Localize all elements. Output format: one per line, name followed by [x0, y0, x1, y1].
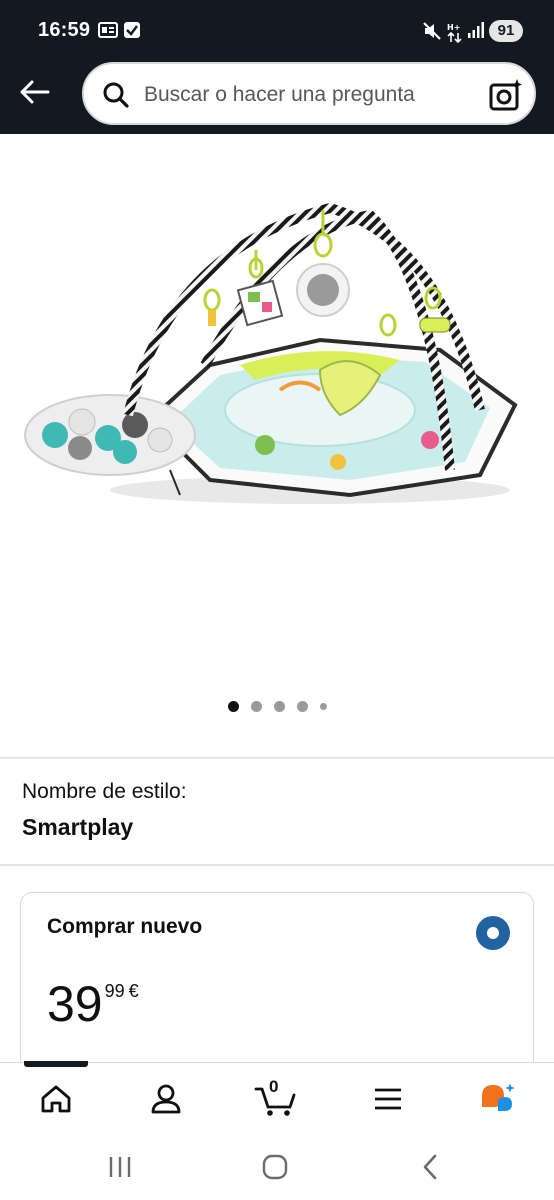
style-value[interactable]: Smartplay	[22, 814, 133, 841]
divider	[0, 864, 554, 866]
home-icon	[41, 1085, 71, 1113]
task-check-icon	[123, 21, 141, 44]
battery-level: 91	[489, 20, 523, 42]
product-image[interactable]	[20, 190, 530, 520]
home-circle-icon	[262, 1154, 288, 1180]
system-back-button[interactable]	[410, 1152, 450, 1182]
search-bar[interactable]: Buscar o hacer una pregunta	[82, 62, 536, 125]
nav-menu[interactable]	[358, 1077, 418, 1121]
active-tab-indicator	[24, 1061, 88, 1067]
status-bar: 16:59 H+ 91	[0, 0, 554, 62]
price-whole: 39	[47, 976, 103, 1032]
selected-radio-button[interactable]	[476, 916, 510, 950]
nav-cart[interactable]: 0	[246, 1077, 306, 1121]
image-carousel-indicator[interactable]	[0, 698, 554, 714]
recent-apps-button[interactable]	[100, 1152, 140, 1182]
recent-apps-icon	[109, 1157, 131, 1177]
carousel-dot[interactable]	[296, 700, 308, 712]
home-system-button[interactable]	[255, 1152, 295, 1182]
price-fraction: 99	[104, 981, 125, 1001]
mute-icon	[422, 21, 442, 46]
carousel-dot[interactable]	[319, 702, 327, 710]
cart-count: 0	[269, 1077, 279, 1096]
svg-text:H+: H+	[447, 23, 460, 32]
nav-home[interactable]	[26, 1077, 86, 1121]
arrow-left-icon	[20, 80, 50, 104]
menu-icon	[375, 1088, 401, 1110]
style-label: Nombre de estilo:	[22, 780, 187, 803]
account-icon	[151, 1084, 181, 1114]
nav-rufus-assistant[interactable]	[468, 1077, 528, 1121]
mobile-data-icon: H+	[447, 21, 463, 48]
system-navigation-bar	[0, 1136, 554, 1200]
price: 39 99 €	[47, 975, 139, 1033]
nav-account[interactable]	[136, 1077, 196, 1121]
signal-icon	[467, 21, 485, 44]
back-button[interactable]	[14, 72, 54, 112]
price-currency: €	[128, 981, 139, 1001]
chevron-left-icon	[423, 1154, 437, 1180]
buy-new-title: Comprar nuevo	[47, 915, 203, 938]
carousel-dot[interactable]	[227, 700, 239, 712]
rufus-icon	[482, 1083, 515, 1111]
carousel-dot[interactable]	[273, 700, 285, 712]
app-header: 16:59 H+ 91 Buscar o hacer una pregunta	[0, 0, 554, 134]
camera-sparkle-icon[interactable]	[488, 77, 524, 118]
divider	[0, 757, 554, 759]
search-icon	[102, 81, 130, 114]
carousel-dot[interactable]	[250, 700, 262, 712]
news-notification-icon	[98, 21, 118, 44]
search-input[interactable]: Buscar o hacer una pregunta	[144, 83, 415, 107]
status-time: 16:59	[38, 19, 91, 41]
